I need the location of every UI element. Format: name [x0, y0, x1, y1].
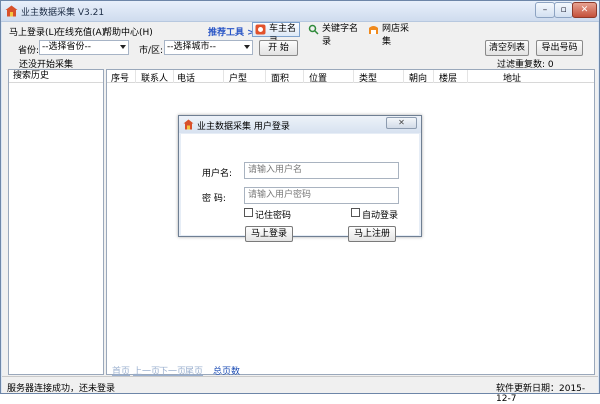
col-divider: [467, 70, 468, 83]
clear-list-button[interactable]: 清空列表: [485, 40, 529, 56]
restore-icon: ▫: [560, 5, 567, 15]
password-label: 密 码:: [202, 194, 226, 204]
col-contact[interactable]: 联系人: [141, 71, 168, 84]
tool-shop-label: 网店采集: [382, 24, 410, 47]
register-now-button[interactable]: 马上注册: [348, 226, 396, 242]
close-window-button[interactable]: ✕: [572, 2, 597, 18]
col-divider: [223, 70, 224, 83]
app-window: 业主数据采集 V3.21 – ▫ ✕ 马上登录(L) 在线充值(A) 帮助中心(…: [0, 0, 600, 404]
col-layout[interactable]: 户型: [229, 71, 247, 84]
remember-password-label[interactable]: 记住密码: [255, 208, 291, 221]
app-logo-icon: [5, 5, 18, 17]
login-now-button[interactable]: 马上登录: [245, 226, 293, 242]
car-owner-icon: [255, 24, 266, 35]
status-bar: 服务器连接成功，还未登录 软件更新日期：2015-12-7: [2, 376, 598, 404]
chevron-down-icon: [244, 45, 250, 49]
tool-car-owner-button[interactable]: 车主名录: [252, 22, 300, 47]
col-orientation[interactable]: 朝向: [409, 71, 427, 84]
city-value: --选择城市--: [167, 42, 216, 52]
username-input[interactable]: 请输入用户名: [244, 162, 399, 179]
search-history-panel[interactable]: 搜索历史: [8, 69, 104, 375]
col-divider: [173, 70, 174, 83]
col-area[interactable]: 面积: [271, 71, 289, 84]
login-dialog-title-bar[interactable]: 业主数据采集 用户登录 ✕: [179, 116, 421, 133]
auto-login-checkbox[interactable]: [351, 208, 360, 217]
app-logo-icon: [183, 119, 194, 130]
grid-header: 序号 联系人 电话 户型 面积 位置 类型 朝向 楼层 地址: [107, 70, 594, 84]
keyword-icon: [308, 24, 319, 35]
city-label: 市/区:: [139, 46, 164, 56]
menu-help[interactable]: 帮助中心(H): [103, 25, 153, 38]
connection-status: 服务器连接成功，还未登录: [7, 384, 116, 394]
col-type[interactable]: 类型: [359, 71, 377, 84]
search-history-header: 搜索历史: [9, 70, 103, 83]
col-phone[interactable]: 电话: [177, 71, 195, 84]
menu-login[interactable]: 马上登录(L): [9, 25, 57, 38]
col-address[interactable]: 地址: [503, 71, 521, 84]
col-divider: [135, 70, 136, 83]
start-button[interactable]: 开 始: [259, 40, 298, 56]
tool-keyword-label: 关键字名录: [322, 24, 359, 47]
chevron-down-icon: [120, 45, 126, 49]
col-divider: [303, 70, 304, 83]
city-select[interactable]: --选择城市--: [164, 40, 253, 55]
col-divider: [265, 70, 266, 83]
export-numbers-button[interactable]: 导出号码: [536, 40, 583, 56]
minimize-button[interactable]: –: [535, 2, 555, 18]
auto-login-label[interactable]: 自动登录: [362, 208, 398, 221]
minimize-icon: –: [542, 5, 548, 15]
login-dialog-title: 业主数据采集 用户登录: [197, 122, 290, 132]
window-title: 业主数据采集 V3.21: [21, 8, 105, 18]
province-label: 省份:: [18, 46, 40, 56]
login-dialog-body: 用户名: 请输入用户名 密 码: 请输入用户密码 记住密码 自动登录 马上登录 …: [181, 134, 419, 242]
title-bar[interactable]: 业主数据采集 V3.21 – ▫ ✕: [1, 1, 599, 22]
login-dialog-close-button[interactable]: ✕: [386, 117, 417, 129]
password-input[interactable]: 请输入用户密码: [244, 187, 399, 204]
password-placeholder: 请输入用户密码: [248, 190, 312, 200]
update-date: 软件更新日期：2015-12-7: [496, 384, 586, 404]
login-dialog: 业主数据采集 用户登录 ✕ 用户名: 请输入用户名 密 码: 请输入用户密码 记…: [178, 115, 422, 242]
close-icon: ✕: [580, 5, 589, 15]
province-select[interactable]: --选择省份--: [39, 40, 129, 55]
shop-icon: [369, 26, 378, 34]
province-value: --选择省份--: [42, 42, 91, 52]
col-divider: [433, 70, 434, 83]
close-icon: ✕: [398, 118, 405, 127]
col-floor[interactable]: 楼层: [439, 71, 457, 84]
tool-keyword-button[interactable]: 关键字名录: [305, 22, 363, 47]
col-divider: [353, 70, 354, 83]
col-divider: [403, 70, 404, 83]
col-index[interactable]: 序号: [111, 71, 129, 84]
col-location[interactable]: 位置: [309, 71, 327, 84]
menu-recharge[interactable]: 在线充值(A): [56, 25, 105, 38]
tool-shop-button[interactable]: 网店采集: [365, 22, 413, 47]
username-label: 用户名:: [202, 169, 233, 179]
username-placeholder: 请输入用户名: [248, 165, 303, 175]
restore-button[interactable]: ▫: [554, 2, 573, 18]
remember-password-checkbox[interactable]: [244, 208, 253, 217]
